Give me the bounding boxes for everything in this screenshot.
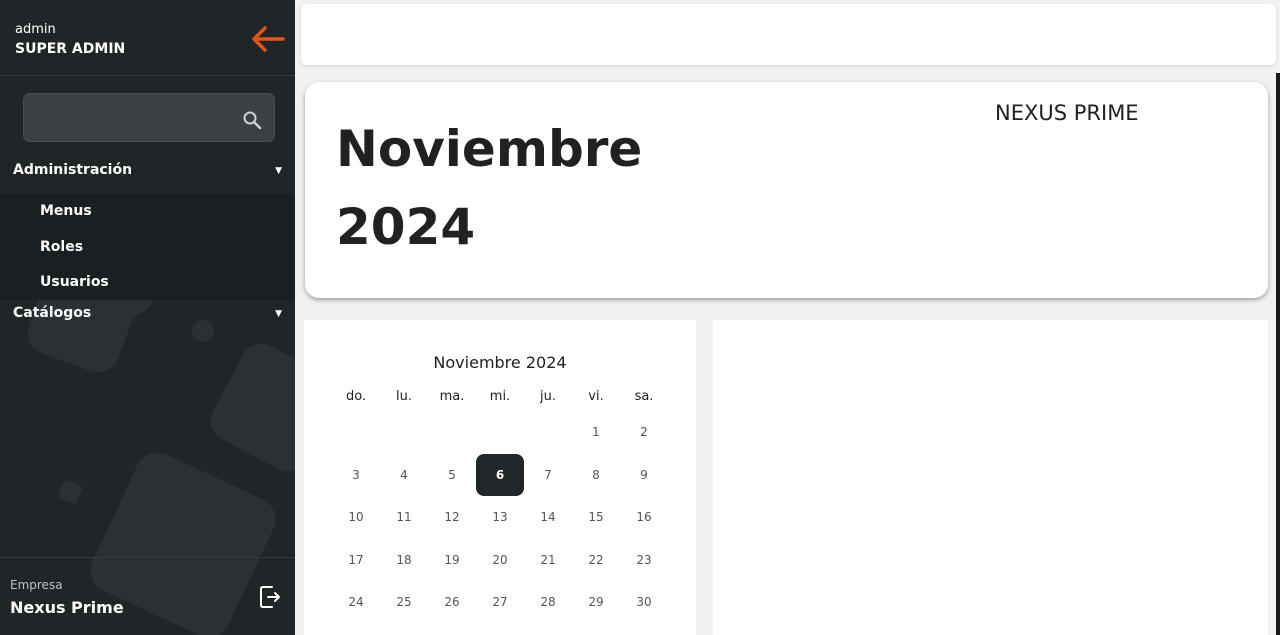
decorative-shape <box>57 479 83 505</box>
calendar-day[interactable]: 22 <box>572 539 620 581</box>
calendar-day[interactable]: 28 <box>524 581 572 623</box>
calendar-day[interactable]: 21 <box>524 539 572 581</box>
banner-month: Noviembre <box>336 120 643 178</box>
user-role: SUPER ADMIN <box>15 41 126 57</box>
brand-name: NEXUS PRIME <box>995 101 1139 125</box>
calendar-day[interactable]: 20 <box>476 539 524 581</box>
calendar-day[interactable]: 16 <box>620 496 668 538</box>
month-banner: Noviembre 2024 NEXUS PRIME <box>305 82 1268 298</box>
weekday-label: vi. <box>588 389 604 404</box>
calendar-day[interactable]: 15 <box>572 496 620 538</box>
calendar-day[interactable]: 26 <box>428 581 476 623</box>
calendar-day[interactable]: 9 <box>620 454 668 496</box>
arrow-left-icon[interactable] <box>249 24 287 54</box>
weekday-label: mi. <box>489 389 511 404</box>
calendar-day[interactable]: 1 <box>572 411 620 453</box>
sidebar-item-usuarios[interactable]: Usuarios <box>40 274 109 290</box>
calendar-day[interactable]: 8 <box>572 454 620 496</box>
calendar-day[interactable]: 5 <box>428 454 476 496</box>
sidebar-item-roles[interactable]: Roles <box>40 239 83 255</box>
calendar-day[interactable]: 3 <box>332 454 380 496</box>
calendar-day[interactable]: 2 <box>620 411 668 453</box>
banner-year: 2024 <box>336 198 476 256</box>
calendar-day[interactable]: 18 <box>380 539 428 581</box>
content-panel <box>713 320 1268 635</box>
calendar-day[interactable]: 12 <box>428 496 476 538</box>
search-input[interactable] <box>23 93 275 142</box>
calendar-title: Noviembre 2024 <box>433 353 567 372</box>
decorative-shape <box>203 336 295 479</box>
calendar-day[interactable]: 7 <box>524 454 572 496</box>
user-name: admin <box>15 22 56 37</box>
sidebar-item-menus[interactable]: Menus <box>40 203 92 219</box>
calendar-widget: Noviembre 2024 do. lu. ma. mi. ju. vi. s… <box>304 320 696 635</box>
calendar-day[interactable]: 10 <box>332 496 380 538</box>
caret-down-icon: ▼ <box>275 166 282 176</box>
logout-icon[interactable] <box>259 584 281 610</box>
weekday-label: ma. <box>439 389 465 404</box>
menu-section-label: Administración <box>13 162 133 178</box>
calendar-day[interactable]: 25 <box>380 581 428 623</box>
weekday-label: do. <box>345 389 367 404</box>
weekday-label: ju. <box>540 389 556 404</box>
calendar-day[interactable]: 17 <box>332 539 380 581</box>
calendar-day-selected[interactable]: 6 <box>476 453 524 496</box>
company-label: Empresa <box>10 578 63 592</box>
menu-section-catalogos[interactable]: Catálogos ▼ <box>0 296 295 332</box>
menu-section-label: Catálogos <box>13 305 92 321</box>
sidebar-header: admin SUPER ADMIN <box>0 0 295 76</box>
calendar-day[interactable]: 19 <box>428 539 476 581</box>
weekday-label: sa. <box>634 389 654 404</box>
calendar-day[interactable]: 24 <box>332 581 380 623</box>
weekday-label: lu. <box>396 389 412 404</box>
submenu-administracion: Menus Roles Usuarios <box>0 194 295 300</box>
sidebar: admin SUPER ADMIN Administración ▼ Menus… <box>0 0 295 635</box>
sidebar-footer: Empresa Nexus Prime <box>0 557 295 635</box>
calendar-day[interactable]: 14 <box>524 496 572 538</box>
top-bar <box>301 4 1276 65</box>
calendar-day[interactable]: 27 <box>476 581 524 623</box>
calendar-day[interactable]: 4 <box>380 454 428 496</box>
company-name: Nexus Prime <box>10 598 124 617</box>
calendar-day[interactable]: 23 <box>620 539 668 581</box>
search-icon[interactable] <box>242 110 262 130</box>
menu-section-administracion[interactable]: Administración ▼ <box>0 153 295 189</box>
calendar-day[interactable]: 30 <box>620 581 668 623</box>
calendar-day[interactable]: 29 <box>572 581 620 623</box>
calendar-day[interactable]: 13 <box>476 496 524 538</box>
caret-down-icon: ▼ <box>275 309 282 319</box>
calendar-day[interactable]: 11 <box>380 496 428 538</box>
scrollbar[interactable] <box>1276 73 1280 635</box>
